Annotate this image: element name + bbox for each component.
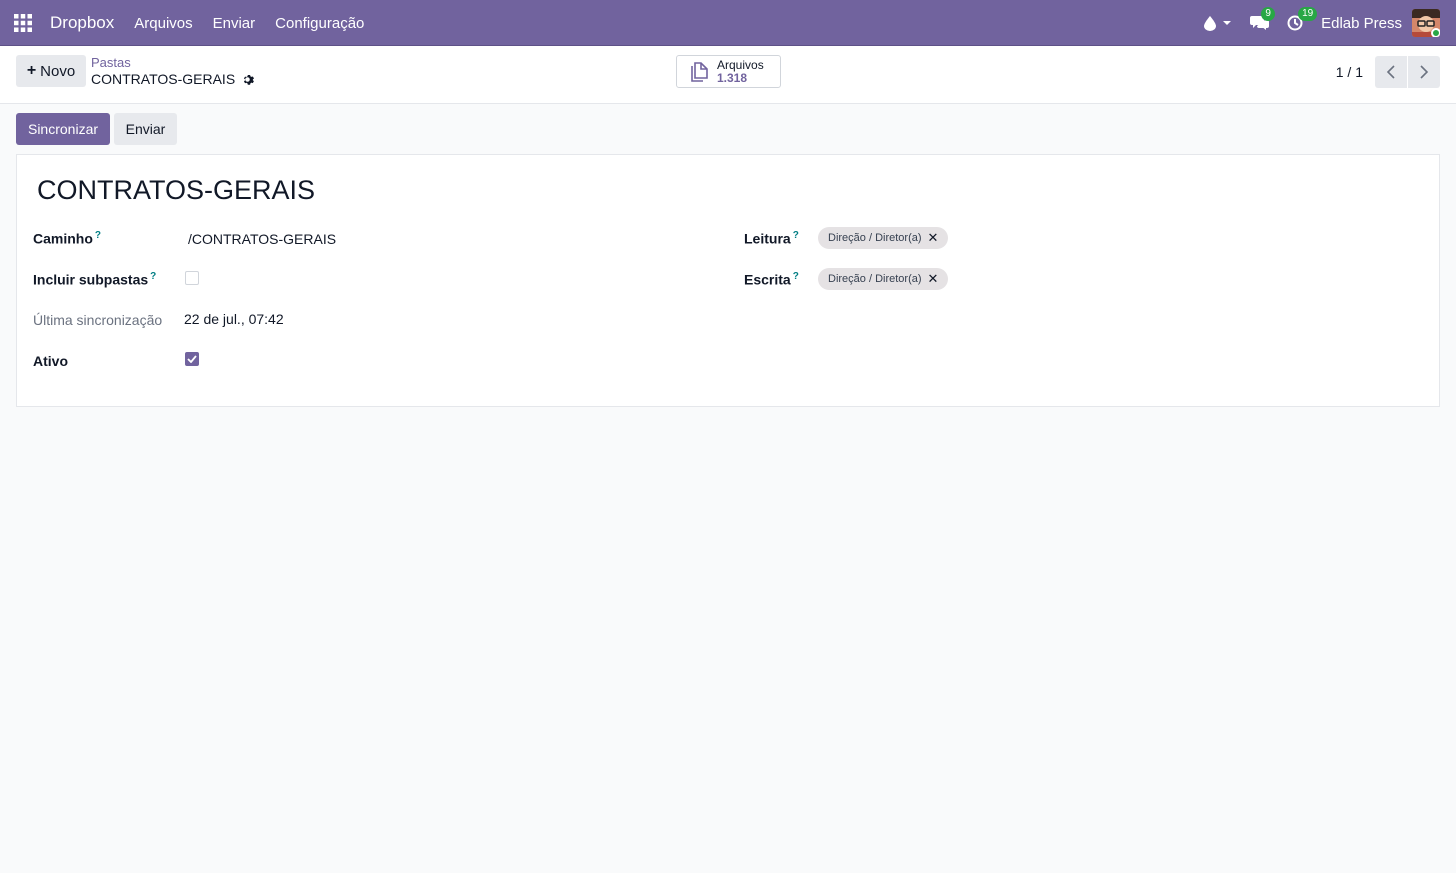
files-smart-button-value: 1.318 xyxy=(717,70,748,85)
activities-count-badge: 19 xyxy=(1298,7,1318,21)
debug-dropdown[interactable] xyxy=(1204,15,1232,31)
remove-tag-icon[interactable]: ✕ xyxy=(928,230,939,246)
caret-down-icon xyxy=(1223,21,1232,25)
subfolders-help-tooltip[interactable]: ? xyxy=(150,271,156,282)
send-button[interactable]: Enviar xyxy=(114,113,177,145)
path-help-tooltip[interactable]: ? xyxy=(95,230,101,241)
top-navbar: Dropbox Arquivos Enviar Configuração 9 1… xyxy=(0,0,1456,46)
form-statusbar: Sincronizar Enviar xyxy=(0,104,1456,154)
record-title[interactable]: CONTRATOS-GERAIS xyxy=(37,175,315,206)
activities-button[interactable]: 19 xyxy=(1287,7,1318,31)
chevron-right-icon xyxy=(1420,65,1429,79)
last-sync-label: Última sincronização xyxy=(33,312,163,328)
files-smart-button-label: Arquivos xyxy=(717,57,764,72)
menu-enviar[interactable]: Enviar xyxy=(213,15,256,32)
pager-next-button[interactable] xyxy=(1408,56,1440,88)
path-label-text: Caminho xyxy=(33,230,93,247)
breadcrumb-current: CONTRATOS-GERAIS xyxy=(91,70,255,88)
path-field[interactable]: /CONTRATOS-GERAIS xyxy=(188,231,336,247)
subfolders-label-text: Incluir subpastas xyxy=(33,271,149,288)
write-group-tag: Direção / Diretor(a) ✕ xyxy=(818,268,949,290)
check-icon xyxy=(187,355,197,363)
last-sync-value: 22 de jul., 07:42 xyxy=(184,311,284,327)
read-label: Leitura? xyxy=(744,230,799,247)
write-help-tooltip[interactable]: ? xyxy=(793,271,799,282)
app-brand[interactable]: Dropbox xyxy=(50,13,114,33)
control-panel: + Novo Pastas CONTRATOS-GERAIS Arquivos … xyxy=(0,46,1456,104)
remove-tag-icon[interactable]: ✕ xyxy=(928,271,939,287)
menu-arquivos[interactable]: Arquivos xyxy=(134,15,192,32)
messages-count-badge: 9 xyxy=(1261,7,1276,21)
app-menu-icon[interactable] xyxy=(0,0,46,46)
new-record-button[interactable]: + Novo xyxy=(16,55,86,87)
files-smart-button[interactable]: Arquivos 1.318 xyxy=(676,55,781,88)
form-sheet: CONTRATOS-GERAIS Caminho? /CONTRATOS-GER… xyxy=(16,154,1440,407)
read-help-tooltip[interactable]: ? xyxy=(793,230,799,241)
breadcrumb-current-label: CONTRATOS-GERAIS xyxy=(91,71,236,87)
subfolders-checkbox[interactable] xyxy=(185,271,199,285)
breadcrumb: Pastas CONTRATOS-GERAIS xyxy=(91,55,255,88)
gear-icon[interactable] xyxy=(241,73,255,86)
pager-value[interactable]: 1 / 1 xyxy=(1336,64,1363,80)
read-label-text: Leitura xyxy=(744,230,791,247)
pager-previous-button[interactable] xyxy=(1375,56,1407,88)
company-switcher[interactable]: Edlab Press xyxy=(1321,15,1402,32)
path-label: Caminho? xyxy=(33,230,101,247)
write-group-tag-label: Direção / Diretor(a) xyxy=(828,273,922,285)
active-checkbox[interactable] xyxy=(185,352,199,366)
write-label: Escrita? xyxy=(744,271,799,288)
read-group-tag-label: Direção / Diretor(a) xyxy=(828,232,922,244)
write-label-text: Escrita xyxy=(744,271,791,288)
active-label: Ativo xyxy=(33,353,68,369)
online-status-dot xyxy=(1431,28,1440,37)
new-record-label: Novo xyxy=(40,62,76,80)
files-icon xyxy=(691,61,708,82)
pager: 1 / 1 xyxy=(1336,56,1440,88)
sync-button[interactable]: Sincronizar xyxy=(16,113,110,145)
menu-configuracao[interactable]: Configuração xyxy=(275,15,364,32)
breadcrumb-parent-link[interactable]: Pastas xyxy=(91,55,254,70)
subfolders-label: Incluir subpastas? xyxy=(33,271,156,288)
chevron-left-icon xyxy=(1386,65,1395,79)
messages-button[interactable]: 9 xyxy=(1250,7,1276,31)
user-avatar[interactable] xyxy=(1412,9,1440,37)
plus-icon: + xyxy=(26,62,37,79)
read-group-tag: Direção / Diretor(a) ✕ xyxy=(818,227,949,249)
droplet-icon xyxy=(1204,15,1217,31)
